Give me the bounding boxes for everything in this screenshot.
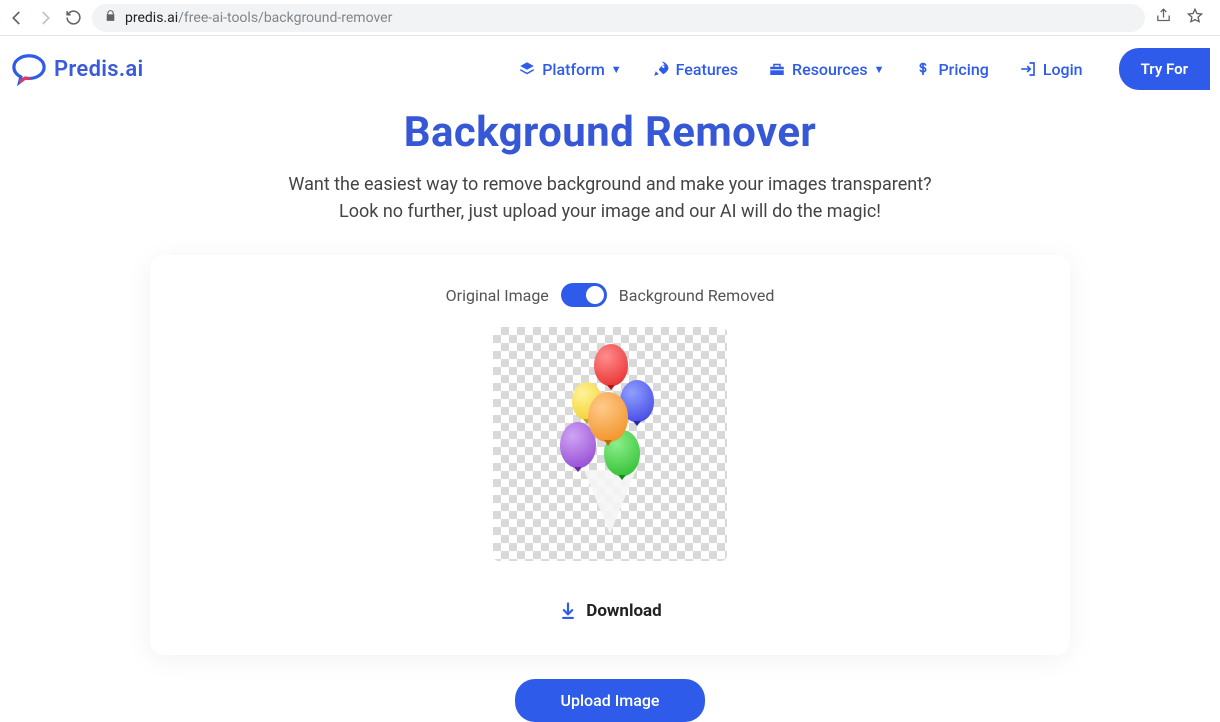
nav-features[interactable]: Features (652, 60, 738, 79)
nav-label: Pricing (938, 60, 988, 79)
chevron-down-icon: ▼ (611, 63, 622, 76)
login-icon (1019, 60, 1037, 78)
toggle-row: Original Image Background Removed (170, 283, 1050, 307)
download-label: Download (586, 601, 661, 621)
toolbox-icon (768, 60, 786, 78)
hero-section: Background Remover Want the easiest way … (0, 108, 1220, 225)
image-preview (493, 327, 727, 561)
nav-label: Login (1043, 60, 1083, 79)
address-bar[interactable]: predis.ai/free-ai-tools/background-remov… (92, 4, 1145, 32)
nav-pricing[interactable]: Pricing (914, 60, 988, 79)
nav-login[interactable]: Login (1019, 60, 1083, 79)
chevron-down-icon: ▼ (874, 63, 885, 76)
page-subtitle: Want the easiest way to remove backgroun… (0, 171, 1220, 225)
site-header: Predis.ai Platform ▼ Features Resources … (0, 36, 1220, 102)
toggle-label-original: Original Image (446, 286, 549, 305)
back-button[interactable] (8, 9, 26, 27)
upload-image-button[interactable]: Upload Image (515, 679, 705, 722)
nav-label: Resources (792, 60, 868, 79)
download-button[interactable]: Download (558, 601, 661, 621)
nav-label: Platform (542, 60, 605, 79)
toggle-label-removed: Background Removed (619, 286, 775, 305)
nav-resources[interactable]: Resources ▼ (768, 60, 884, 79)
nav-platform[interactable]: Platform ▼ (518, 60, 621, 79)
result-card: Original Image Background Removed Downlo… (150, 255, 1070, 655)
url-text: predis.ai/free-ai-tools/background-remov… (125, 10, 1133, 26)
layers-icon (518, 60, 536, 78)
share-icon[interactable] (1155, 7, 1172, 28)
logo-icon (10, 52, 48, 86)
download-icon (558, 601, 578, 621)
rocket-icon (652, 60, 670, 78)
browser-chrome: predis.ai/free-ai-tools/background-remov… (0, 0, 1220, 36)
reload-button[interactable] (64, 9, 82, 27)
image-mode-toggle[interactable] (561, 283, 607, 307)
nav-label: Features (676, 60, 738, 79)
brand-name: Predis.ai (54, 57, 144, 82)
lock-icon (104, 9, 117, 26)
page-title: Background Remover (0, 108, 1220, 157)
star-icon[interactable] (1186, 7, 1204, 29)
main-nav: Platform ▼ Features Resources ▼ Pricing (518, 48, 1210, 90)
forward-button[interactable] (36, 9, 54, 27)
try-for-free-button[interactable]: Try For (1119, 48, 1210, 90)
dollar-icon (914, 60, 932, 78)
brand-logo[interactable]: Predis.ai (10, 52, 144, 86)
balloons-illustration (550, 344, 670, 544)
